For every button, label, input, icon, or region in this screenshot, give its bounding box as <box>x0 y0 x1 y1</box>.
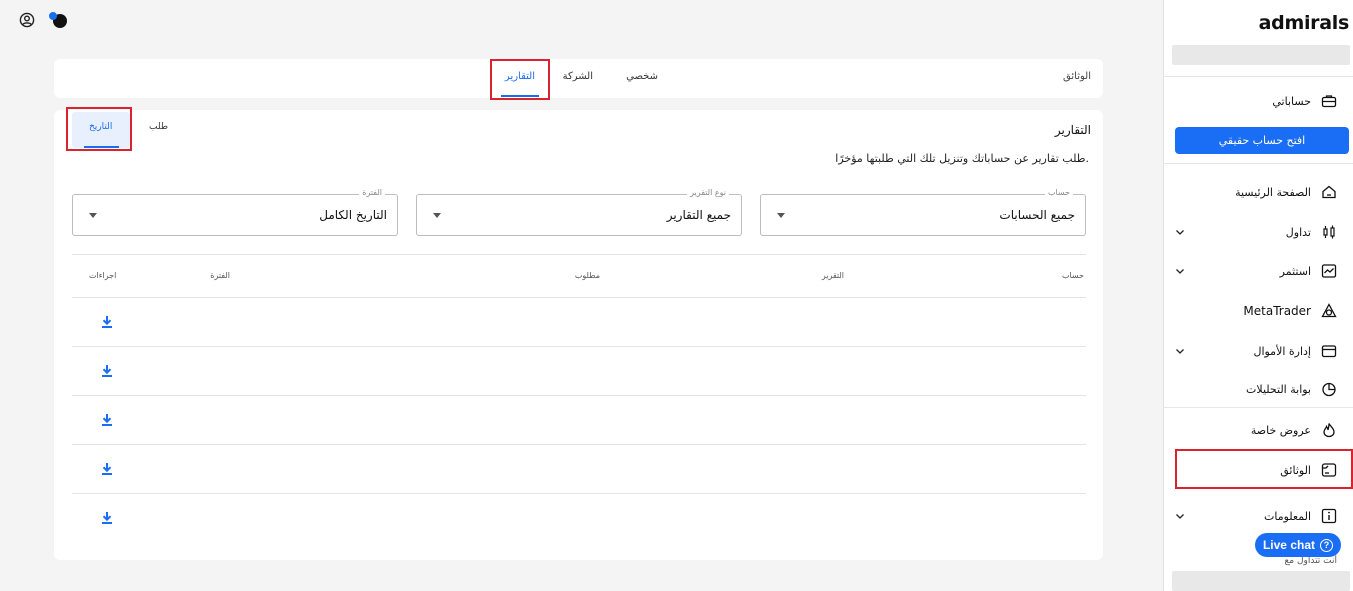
report-type-select-value: جميع التقارير <box>666 208 731 222</box>
column-report: التقرير <box>821 271 844 280</box>
sidebar: admirals حساباتي افتح حساب حقيقي الصفحة … <box>1163 0 1353 591</box>
account-select-value: جميع الحسابات <box>999 208 1075 222</box>
sidebar-item-label: حساباتي <box>1272 94 1311 108</box>
caret-down-icon <box>433 213 441 218</box>
sidebar-item-label: عروض خاصة <box>1250 423 1311 437</box>
sidebar-item-invest[interactable]: استثمر <box>1163 256 1353 286</box>
trading-with-note: أنت تتداول مع <box>1284 556 1337 566</box>
download-icon[interactable] <box>100 315 114 329</box>
live-chat-button[interactable]: Live chat ? <box>1254 533 1341 557</box>
live-chat-label: Live chat <box>1262 538 1315 552</box>
sidebar-item-label: المعلومات <box>1264 509 1311 523</box>
footer-placeholder-bar <box>1172 571 1350 591</box>
tab-personal[interactable]: شخصي <box>626 71 658 82</box>
admirals-logo: admirals <box>1258 12 1350 34</box>
reports-card: التقارير طلب تقارير عن حساباتك وتنزيل تل… <box>54 110 1103 560</box>
sidebar-item-label: تداول <box>1285 225 1311 239</box>
sidebar-item-trade[interactable]: تداول <box>1163 217 1353 247</box>
account-placeholder-bar <box>1172 45 1350 65</box>
caret-down-icon <box>777 213 785 218</box>
chevron-down-icon[interactable] <box>1173 225 1187 239</box>
period-select[interactable]: الفترة التاريخ الكامل <box>72 188 398 236</box>
table-header: حساب التقرير مطلوب الفترة اجراءات <box>72 254 1086 298</box>
table-row <box>72 445 1086 494</box>
sidebar-item-documents[interactable]: الوثائق <box>1163 455 1353 485</box>
tab-reports[interactable]: التقارير <box>505 71 535 82</box>
column-account: حساب <box>1061 271 1084 280</box>
sidebar-item-funds-management[interactable]: إدارة الأموال <box>1163 336 1353 366</box>
download-icon[interactable] <box>100 511 114 525</box>
flame-icon <box>1319 420 1339 440</box>
subtab-request[interactable]: طلب <box>149 122 168 132</box>
table-row <box>72 347 1086 396</box>
sidebar-item-home[interactable]: الصفحة الرئيسية <box>1163 177 1353 207</box>
sidebar-item-label: بوابة التحليلات <box>1246 382 1311 396</box>
table-row <box>72 298 1086 347</box>
sidebar-item-label: MetaTrader <box>1243 304 1311 318</box>
column-period: الفترة <box>210 271 230 280</box>
pie-chart-icon <box>1319 379 1339 399</box>
report-type-select[interactable]: نوع التقرير جميع التقارير <box>416 188 742 236</box>
sidebar-item-label: الوثائق <box>1280 463 1311 477</box>
sidebar-item-special-offers[interactable]: عروض خاصة <box>1163 415 1353 445</box>
reports-description: طلب تقارير عن حساباتك وتنزيل تلك التي طل… <box>835 152 1089 165</box>
sidebar-item-my-accounts[interactable]: حساباتي <box>1163 86 1353 116</box>
chart-icon <box>1319 261 1339 281</box>
sidebar-divider <box>1163 163 1353 164</box>
download-icon[interactable] <box>100 364 114 378</box>
documents-tabs-bar: الوثائق شخصي الشركة التقارير <box>54 59 1103 98</box>
sidebar-item-analytics-portal[interactable]: بوابة التحليلات <box>1163 374 1353 404</box>
reports-table: حساب التقرير مطلوب الفترة اجراءات <box>72 254 1086 543</box>
period-select-value: التاريخ الكامل <box>319 208 387 222</box>
chevron-down-icon[interactable] <box>1173 264 1187 278</box>
column-actions: اجراءات <box>89 271 117 280</box>
period-select-label: الفترة <box>359 188 385 197</box>
sidebar-divider <box>1163 76 1353 77</box>
sidebar-item-metatrader[interactable]: MetaTrader <box>1163 296 1353 326</box>
table-row <box>72 396 1086 445</box>
user-profile-icon[interactable] <box>19 12 35 28</box>
help-icon: ? <box>1320 538 1333 552</box>
download-icon[interactable] <box>100 413 114 427</box>
download-icon[interactable] <box>100 462 114 476</box>
home-icon <box>1319 182 1339 202</box>
report-type-select-label: نوع التقرير <box>687 188 729 197</box>
metatrader-icon <box>1319 301 1339 321</box>
open-real-account-button[interactable]: افتح حساب حقيقي <box>1175 127 1349 154</box>
subtab-history-underline <box>84 146 119 148</box>
tab-reports-underline <box>501 95 539 97</box>
table-row <box>72 494 1086 543</box>
column-requested: مطلوب <box>574 271 600 280</box>
folder-icon <box>1319 460 1339 480</box>
wallet-icon <box>1319 341 1339 361</box>
reports-title: التقارير <box>1054 123 1091 137</box>
sidebar-item-label: إدارة الأموال <box>1253 344 1311 358</box>
briefcase-icon <box>1319 91 1339 111</box>
info-icon <box>1319 506 1339 526</box>
subtab-history[interactable]: التاريخ <box>89 122 112 132</box>
documents-title: الوثائق <box>1063 71 1091 82</box>
account-select-label: حساب <box>1044 188 1073 197</box>
caret-down-icon <box>89 213 97 218</box>
chevron-down-icon[interactable] <box>1173 509 1187 523</box>
sidebar-item-label: الصفحة الرئيسية <box>1235 185 1311 199</box>
tab-company[interactable]: الشركة <box>563 71 593 82</box>
chevron-down-icon[interactable] <box>1173 344 1187 358</box>
theme-toggle-icon[interactable] <box>48 11 68 29</box>
sidebar-divider <box>1163 407 1353 408</box>
sidebar-item-information[interactable]: المعلومات <box>1163 501 1353 531</box>
account-select[interactable]: حساب جميع الحسابات <box>760 188 1086 236</box>
candlestick-icon <box>1319 222 1339 242</box>
sidebar-item-label: استثمر <box>1279 264 1311 278</box>
